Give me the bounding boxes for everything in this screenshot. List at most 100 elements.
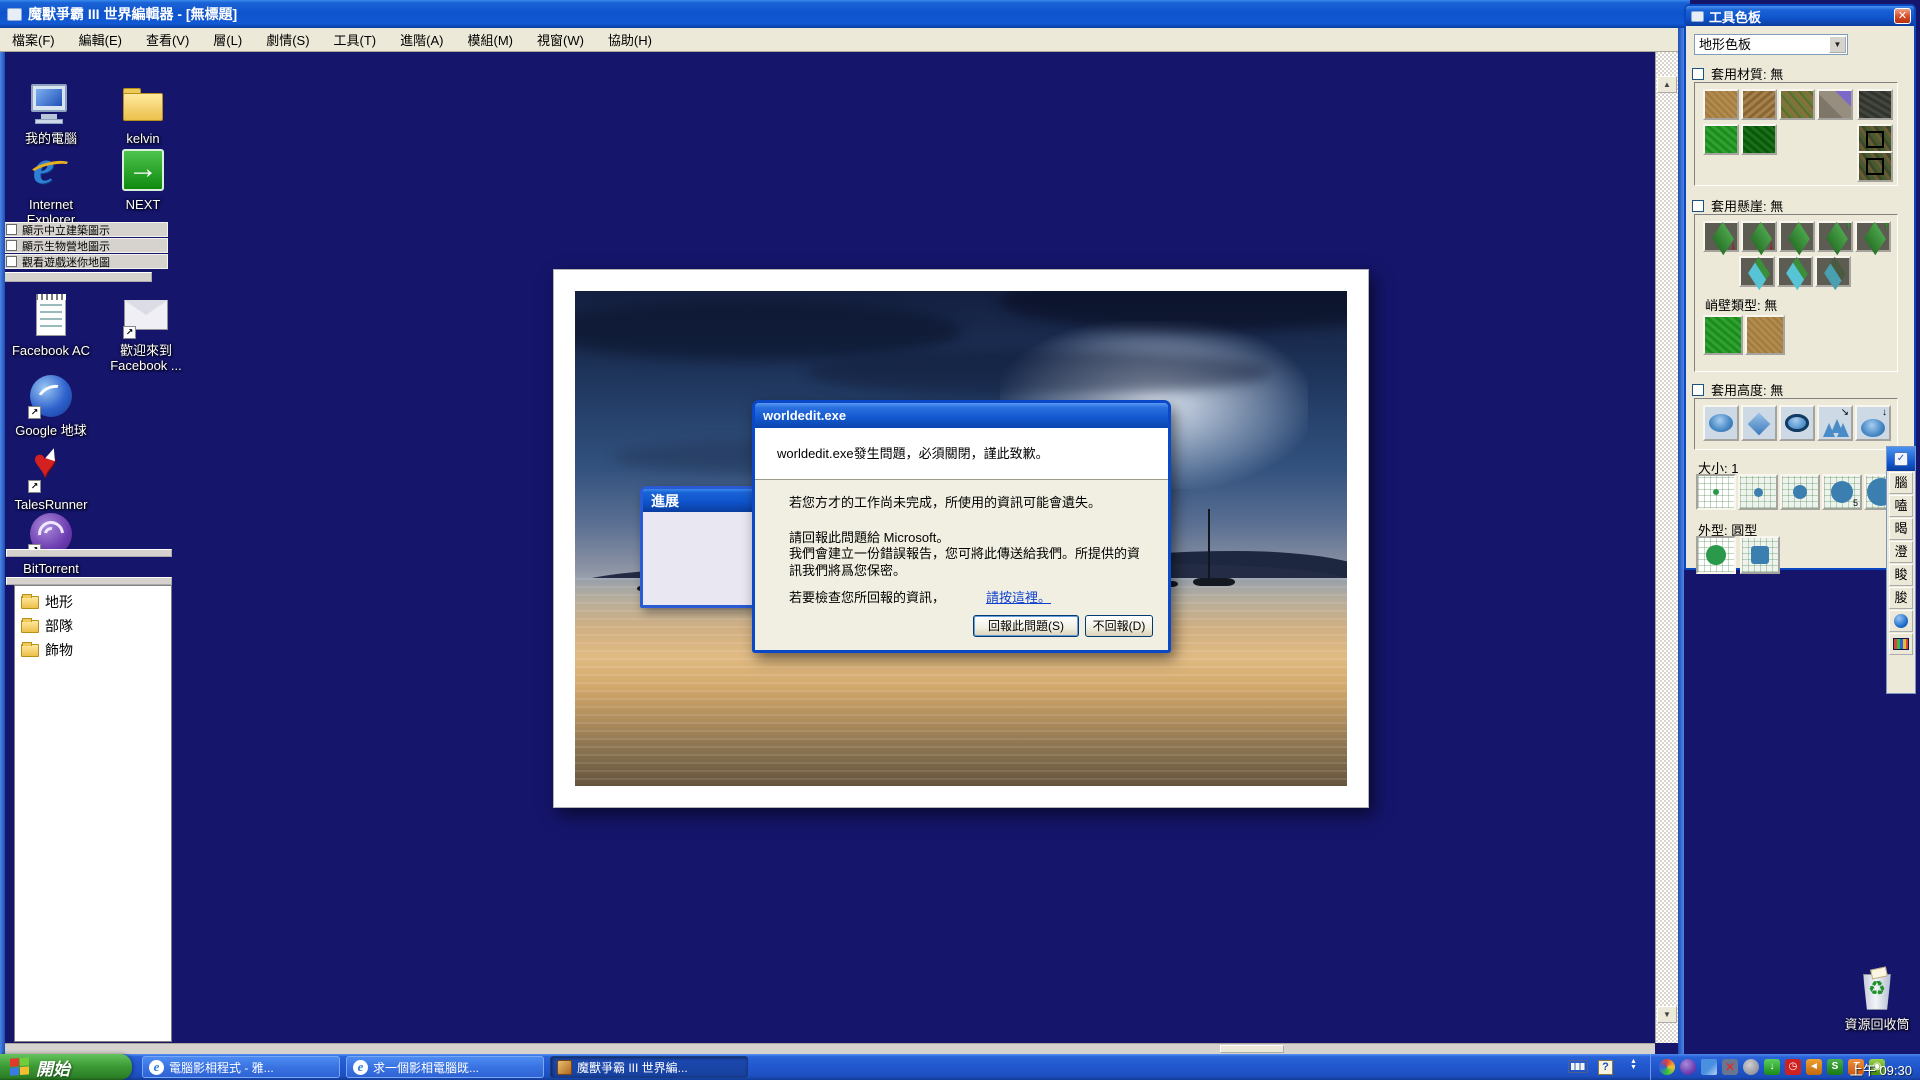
desktop-icon-kelvin[interactable]: kelvin: [98, 80, 188, 146]
brush-size-1-button[interactable]: [1696, 474, 1736, 510]
height-tool-flatten[interactable]: ↓: [1855, 405, 1891, 441]
folder-item-units[interactable]: 部隊: [17, 614, 169, 638]
menu-module[interactable]: 模組(M): [455, 27, 525, 52]
texture-tile-grass[interactable]: [1703, 124, 1739, 155]
show-neutral-buildings-row[interactable]: 顯示中立建築圖示: [2, 222, 168, 237]
task-button-ie-1[interactable]: e 電腦影相程式 - 雅...: [142, 1056, 340, 1078]
show-creep-camps-row[interactable]: 顯示生物營地圖示: [2, 238, 168, 253]
height-tool-plateau[interactable]: [1779, 405, 1815, 441]
tray-disconnected-network-icon[interactable]: ✕: [1722, 1059, 1738, 1075]
tray-messenger-download-icon[interactable]: ↓: [1764, 1059, 1780, 1075]
horizontal-scrollbar[interactable]: [5, 1043, 1655, 1054]
palette-titlebar[interactable]: 工具色板 ✕: [1686, 6, 1914, 26]
palette-type-dropdown[interactable]: 地形色板 ▼: [1694, 34, 1848, 55]
click-here-link[interactable]: 請按這裡。: [986, 587, 1051, 606]
menu-scenario[interactable]: 劇情(S): [254, 27, 321, 52]
tray-security-icon[interactable]: S: [1827, 1059, 1843, 1075]
desktop-icon-bittorrent[interactable]: ↗ BitTorrent: [6, 510, 96, 576]
main-window-titlebar[interactable]: 魔獸爭霸 III 世界編輯器 - [無標題]: [0, 0, 1690, 28]
scroll-up-button[interactable]: ▲: [1657, 76, 1677, 93]
desktop-icon-internet-explorer[interactable]: e Internet Explorer: [6, 146, 96, 227]
height-tool-depression[interactable]: [1741, 405, 1777, 441]
tray-bittorrent-icon[interactable]: [1680, 1059, 1696, 1075]
tray-wireless-network-icon[interactable]: [1701, 1059, 1717, 1075]
brush-size-3-button[interactable]: [1780, 474, 1820, 510]
texture-tile-dark-rock[interactable]: [1857, 89, 1893, 120]
checkbox[interactable]: [1692, 68, 1704, 80]
report-problem-button[interactable]: 回報此問題(S): [973, 615, 1079, 637]
checkbox[interactable]: [6, 256, 17, 267]
keyboard-icon[interactable]: [1568, 1060, 1588, 1073]
menu-layer[interactable]: 層(L): [201, 27, 254, 52]
language-bar-options-icon[interactable]: ▲▼: [1630, 1059, 1637, 1071]
cliff-tile-flat[interactable]: [1779, 221, 1815, 252]
desktop-icon-my-computer[interactable]: 我的電腦: [6, 80, 96, 146]
texture-tile-dirt[interactable]: [1703, 89, 1739, 120]
dialog-titlebar[interactable]: worldedit.exe: [755, 403, 1168, 428]
shape-circle-button[interactable]: [1696, 536, 1736, 574]
menu-tools[interactable]: 工具(T): [322, 27, 389, 52]
dont-report-button[interactable]: 不回報(D): [1085, 615, 1153, 637]
menu-file[interactable]: 檔案(F): [0, 27, 67, 52]
side-toolbar-button-6[interactable]: 脧: [1889, 587, 1913, 609]
menu-edit[interactable]: 編輯(E): [67, 27, 134, 52]
side-toolbar-button-5[interactable]: 睃: [1889, 564, 1913, 586]
side-toolbar-button-4[interactable]: 澄: [1889, 541, 1913, 563]
desktop-icon-next[interactable]: → NEXT: [98, 146, 188, 212]
apply-texture-checkbox-row[interactable]: 套用材質: 無: [1692, 64, 1783, 83]
desktop-icon-recycle-bin[interactable]: ♻ 資源回收筒: [1822, 966, 1920, 1032]
view-minimap-row[interactable]: 觀看遊戲迷你地圖: [2, 254, 168, 269]
texture-tile-rough-dirt[interactable]: [1741, 89, 1777, 120]
cliff-type-grass[interactable]: [1703, 315, 1743, 355]
cliff-tile-water-shallow[interactable]: [1777, 256, 1813, 287]
checkbox[interactable]: [1692, 384, 1704, 396]
side-toolbar-palette-button[interactable]: [1889, 633, 1913, 655]
desktop-icon-facebook-ac[interactable]: Facebook AC: [6, 292, 96, 358]
help-book-icon[interactable]: ?: [1598, 1060, 1613, 1075]
tray-volume-icon[interactable]: [1743, 1059, 1759, 1075]
cliff-tile-water-shore[interactable]: [1739, 256, 1775, 287]
cliff-tile-water-rock[interactable]: [1815, 256, 1851, 287]
texture-tile-rock[interactable]: [1817, 89, 1853, 120]
side-toolbar-orb-button[interactable]: [1889, 610, 1913, 632]
menu-advanced[interactable]: 進階(A): [388, 27, 455, 52]
folder-item-terrain[interactable]: 地形: [17, 590, 169, 614]
checkbox[interactable]: [6, 224, 17, 235]
brush-size-5-button[interactable]: 5: [1822, 474, 1862, 510]
start-button[interactable]: 開始: [0, 1054, 132, 1080]
brush-size-2-button[interactable]: [1738, 474, 1778, 510]
texture-tile-camo-2[interactable]: [1857, 151, 1893, 182]
checkbox[interactable]: [6, 240, 17, 251]
scroll-thumb[interactable]: [1220, 1045, 1284, 1053]
cliff-tile-raise-2[interactable]: ↑: [1855, 221, 1891, 252]
height-tool-noise[interactable]: ↘: [1817, 405, 1853, 441]
cliff-tile-raise-1[interactable]: ↑: [1817, 221, 1853, 252]
cliff-type-dirt[interactable]: [1745, 315, 1785, 355]
side-toolbar-button-1[interactable]: 腦: [1889, 472, 1913, 494]
desktop-icon-talesrunner[interactable]: ♥↗ TalesRunner: [6, 446, 96, 512]
shape-square-button[interactable]: [1740, 536, 1780, 574]
desktop-icon-google-earth[interactable]: ↗ Google 地球: [6, 372, 96, 438]
vertical-scrollbar[interactable]: ▲ ▼: [1655, 52, 1678, 1043]
cliff-tile-lower-1[interactable]: ↓: [1703, 221, 1739, 252]
task-button-world-editor[interactable]: 魔獸爭霸 III 世界編...: [550, 1056, 748, 1078]
chevron-down-icon[interactable]: ▼: [1829, 36, 1846, 53]
side-toolbar-button-2[interactable]: 嗑: [1889, 495, 1913, 517]
tray-audio-speaker-icon[interactable]: ◄: [1806, 1059, 1822, 1075]
menu-help[interactable]: 協助(H): [596, 27, 664, 52]
side-toolbar-header[interactable]: ✓: [1887, 447, 1915, 471]
palette-close-button[interactable]: ✕: [1894, 8, 1911, 24]
height-tool-mound[interactable]: [1703, 405, 1739, 441]
tray-blocked-clock-icon[interactable]: ◷: [1785, 1059, 1801, 1075]
menu-window[interactable]: 視窗(W): [525, 27, 596, 52]
apply-height-checkbox-row[interactable]: 套用高度: 無: [1692, 380, 1783, 399]
texture-tile-grassy-dirt[interactable]: [1779, 89, 1815, 120]
apply-cliff-checkbox-row[interactable]: 套用懸崖: 無: [1692, 196, 1783, 215]
menu-view[interactable]: 查看(V): [134, 27, 201, 52]
checkbox[interactable]: [1692, 200, 1704, 212]
desktop-icon-welcome-facebook[interactable]: ↗ 歡迎來到 Facebook ...: [98, 292, 194, 373]
scroll-down-button[interactable]: ▼: [1657, 1006, 1677, 1023]
side-toolbar-button-3[interactable]: 暍: [1889, 518, 1913, 540]
texture-tile-dark-grass[interactable]: [1741, 124, 1777, 155]
cliff-tile-lower-2[interactable]: ↓: [1741, 221, 1777, 252]
